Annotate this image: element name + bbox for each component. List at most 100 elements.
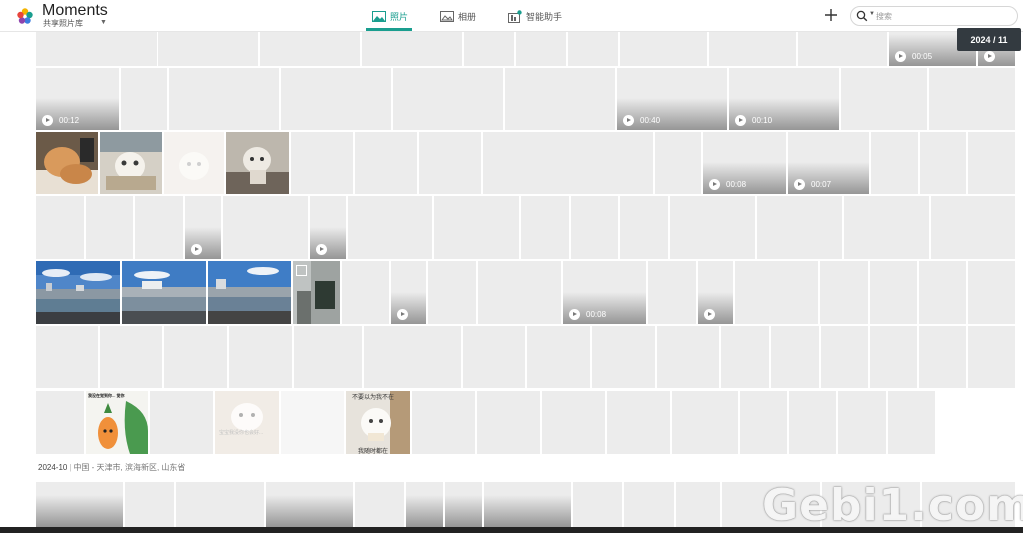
photo-tile[interactable] xyxy=(125,482,174,527)
video-tile[interactable] xyxy=(698,261,733,324)
photo-tile[interactable] xyxy=(929,68,1015,130)
photo-tile[interactable] xyxy=(169,68,279,130)
video-tile[interactable]: 00:10 xyxy=(729,68,839,130)
photo-tile[interactable] xyxy=(463,326,525,388)
photo-tile[interactable] xyxy=(36,391,84,454)
video-tile[interactable] xyxy=(484,482,571,527)
video-tile[interactable] xyxy=(266,482,353,527)
photo-tile[interactable] xyxy=(36,196,84,259)
photo-tile[interactable] xyxy=(36,32,157,66)
video-tile[interactable] xyxy=(310,196,346,259)
tab-albums[interactable]: 相册 xyxy=(440,0,476,32)
search-box[interactable]: ▼ xyxy=(850,6,1018,26)
photo-cat-grey[interactable] xyxy=(226,132,289,194)
photo-cat-white[interactable] xyxy=(100,132,162,194)
photo-tile[interactable] xyxy=(281,68,391,130)
photo-tile[interactable] xyxy=(393,68,503,130)
photo-tile[interactable] xyxy=(888,391,935,454)
photo-tile[interactable] xyxy=(477,391,540,454)
photo-tile[interactable] xyxy=(771,326,819,388)
photo-tile[interactable] xyxy=(620,32,707,66)
photo-tile[interactable] xyxy=(620,196,668,259)
photo-tile[interactable] xyxy=(521,196,569,259)
photo-tile[interactable] xyxy=(798,32,887,66)
photo-tile[interactable] xyxy=(568,32,618,66)
photo-tile[interactable] xyxy=(624,482,674,527)
photo-tile[interactable] xyxy=(164,326,227,388)
photo-waterfront-1[interactable] xyxy=(36,261,120,324)
photo-sticker-carrot[interactable]: 我没在觉到你... 觉你 xyxy=(86,391,148,454)
add-icon[interactable] xyxy=(822,6,840,24)
video-tile[interactable]: 00:40 xyxy=(617,68,727,130)
photo-tile[interactable] xyxy=(870,261,917,324)
chevron-down-icon[interactable]: ▼ xyxy=(100,19,107,26)
photo-waterfront-2[interactable] xyxy=(122,261,206,324)
video-tile[interactable]: 00:07 xyxy=(788,132,869,194)
photo-tile[interactable] xyxy=(158,32,258,66)
photo-tile[interactable] xyxy=(657,326,719,388)
photo-tile[interactable] xyxy=(721,326,769,388)
photo-tile[interactable] xyxy=(841,68,927,130)
photo-tile[interactable] xyxy=(571,196,618,259)
photo-tile[interactable] xyxy=(419,132,481,194)
photo-tile[interactable] xyxy=(100,326,162,388)
photo-tile[interactable] xyxy=(527,326,590,388)
photo-tile[interactable] xyxy=(516,32,566,66)
photo-tile[interactable] xyxy=(592,326,655,388)
library-selector[interactable]: 共享照片库 xyxy=(43,18,83,29)
video-tile[interactable] xyxy=(391,261,426,324)
tab-assistant[interactable]: 智能助手 xyxy=(508,0,562,32)
photo-tile[interactable] xyxy=(542,391,605,454)
photo-tile[interactable] xyxy=(655,132,701,194)
photo-tile[interactable] xyxy=(86,196,133,259)
photo-tile[interactable] xyxy=(757,196,842,259)
photo-tile[interactable] xyxy=(870,326,917,388)
photo-cat-faded-2[interactable]: 宝宝我没你也会好... xyxy=(215,391,279,454)
photo-tile[interactable] xyxy=(464,32,514,66)
photo-tile[interactable] xyxy=(931,196,1015,259)
photo-tile[interactable] xyxy=(150,391,213,454)
photo-cat-meme[interactable]: 不要以为我不在 我随时都在 xyxy=(346,391,410,454)
photo-tile[interactable] xyxy=(342,261,389,324)
photo-tile[interactable] xyxy=(355,482,404,527)
photo-tile[interactable] xyxy=(968,261,1015,324)
photo-tile[interactable] xyxy=(740,391,787,454)
photo-tile[interactable] xyxy=(223,196,308,259)
photo-tile[interactable] xyxy=(294,326,362,388)
timeline-date-badge[interactable]: 2024 / 11 xyxy=(957,28,1021,51)
photo-tile[interactable] xyxy=(36,326,98,388)
video-tile[interactable] xyxy=(36,482,123,527)
photo-tile[interactable] xyxy=(968,326,1015,388)
photo-tile[interactable] xyxy=(121,68,167,130)
photo-tile[interactable] xyxy=(844,196,929,259)
photo-tile[interactable] xyxy=(672,391,738,454)
photo-tile[interactable] xyxy=(709,32,796,66)
video-tile[interactable]: 00:12 xyxy=(36,68,119,130)
photo-tile[interactable] xyxy=(478,261,561,324)
photo-tile[interactable] xyxy=(176,482,264,527)
photo-tile[interactable] xyxy=(871,132,918,194)
photo-tile[interactable] xyxy=(648,261,696,324)
photo-tile[interactable] xyxy=(428,261,476,324)
photo-tile[interactable] xyxy=(789,391,836,454)
video-tile[interactable] xyxy=(185,196,221,259)
photo-tile[interactable] xyxy=(821,326,868,388)
photo-tile[interactable] xyxy=(412,391,475,454)
select-checkbox[interactable] xyxy=(296,265,307,276)
photo-tile[interactable] xyxy=(676,482,720,527)
photo-tile[interactable] xyxy=(919,261,966,324)
photo-tile[interactable] xyxy=(434,196,519,259)
video-tile[interactable]: 00:08 xyxy=(563,261,646,324)
video-tile[interactable] xyxy=(406,482,443,527)
photo-tile[interactable] xyxy=(573,482,622,527)
video-tile[interactable]: 00:08 xyxy=(703,132,786,194)
photo-tile[interactable] xyxy=(920,132,966,194)
photo-tile[interactable] xyxy=(607,391,670,454)
photo-tile[interactable] xyxy=(355,132,417,194)
photo-tile[interactable] xyxy=(229,326,292,388)
photo-waterfront-3[interactable] xyxy=(208,261,291,324)
section-location[interactable]: 中国 - 天津市, 滨海新区, 山东省 xyxy=(73,463,185,472)
photo-tile[interactable] xyxy=(968,132,1015,194)
photo-tile[interactable] xyxy=(362,32,462,66)
photo-tile[interactable] xyxy=(670,196,755,259)
